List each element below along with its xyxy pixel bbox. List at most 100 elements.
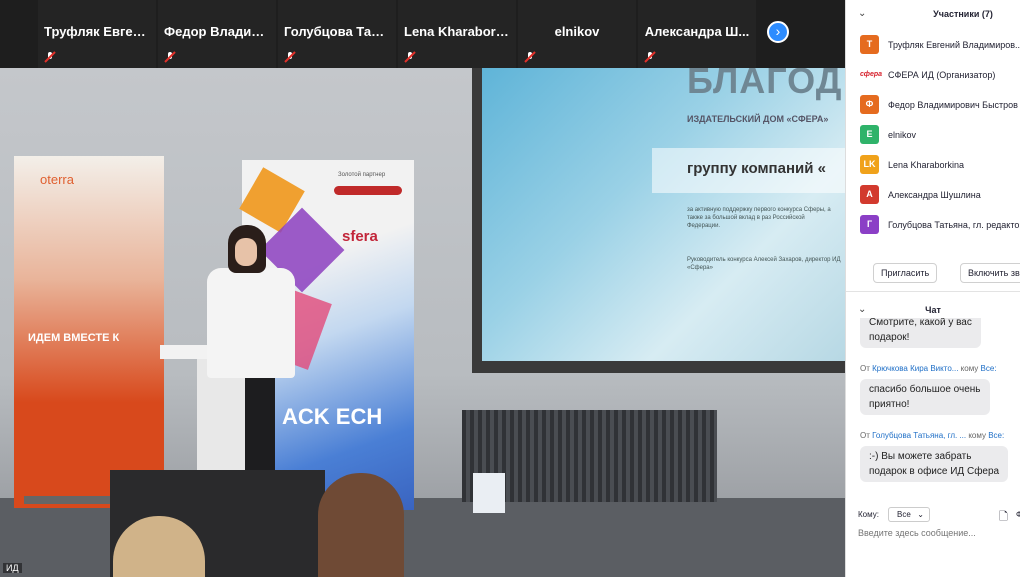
chat-message: Смотрите, какой у вас подарок! <box>860 318 981 348</box>
invite-button[interactable]: Пригласить <box>873 263 938 283</box>
chat-meta: От Голубцова Татьяна, гл. ... кому Все: <box>860 431 1020 440</box>
mic-muted-icon <box>44 51 56 63</box>
participant-name: elnikov <box>888 130 917 140</box>
participant-tile[interactable]: Александра Ш... <box>638 0 756 68</box>
participant-name: Голубцова Татьяна, гл. редактор <box>888 220 1020 230</box>
participant-row[interactable]: А Александра Шушлина <box>846 181 1020 211</box>
mic-muted-icon <box>524 51 536 63</box>
chevron-down-icon: ⌄ <box>917 510 924 519</box>
mic-muted-icon <box>404 51 416 63</box>
participants-header: ⌄ Участники (7) <box>846 0 1020 28</box>
slide-group: группу компаний « <box>687 160 826 177</box>
recipient-select[interactable]: Все ⌄ <box>888 507 930 522</box>
participant-tile[interactable]: Lena Kharabork... <box>398 0 516 68</box>
slide-text: за активную поддержку первого конкурса С… <box>687 207 831 229</box>
avatar: А <box>860 185 879 204</box>
avatar: LK <box>860 155 879 174</box>
chat-meta: От Крючкова Кира Викто... кому Все: <box>860 364 1020 373</box>
avatar: E <box>860 125 879 144</box>
chat-message-text: Смотрите, какой у вас <box>869 318 972 328</box>
to-label: кому <box>960 364 979 373</box>
recipient-name[interactable]: Все: <box>988 431 1004 440</box>
gift-bag <box>473 473 505 513</box>
from-label: От <box>860 431 870 440</box>
chat-message-text: приятно! <box>869 399 910 410</box>
to-label: кому <box>968 431 986 440</box>
projection-screen: БЛАГОД ИЗДАТЕЛЬСКИЙ ДОМ «СФЕРА» группу к… <box>472 68 845 373</box>
more-label[interactable]: Ф <box>1016 510 1020 519</box>
participant-tile-name: Александра Ш... <box>644 24 750 39</box>
participant-tile-name: Федор Владим... <box>164 24 272 39</box>
avatar: Ф <box>860 95 879 114</box>
chat-message-text: подарок! <box>869 332 910 343</box>
main-video: БЛАГОД ИЗДАТЕЛЬСКИЙ ДОМ «СФЕРА» группу к… <box>0 68 845 577</box>
collapse-chevron-icon[interactable]: ⌄ <box>858 8 866 19</box>
mic-muted-icon <box>284 51 296 63</box>
chat-message-text: подарок в офисе ИД Сфера <box>869 466 1000 477</box>
participants-title: Участники (7) <box>933 9 993 19</box>
avatar: Г <box>860 215 879 234</box>
chat-messages: Смотрите, какой у вас подарок! От Крючко… <box>846 318 1020 496</box>
participant-name: Труфляк Евгений Владимиров... <box>888 40 1020 50</box>
banner-left-text: ИДЕМ ВМЕСТЕ К <box>28 332 120 344</box>
banner-organizer: sfera <box>342 228 378 245</box>
sponsor-logo <box>334 186 402 195</box>
participant-strip: Труфляк Евген... Федор Владим... Голубцо… <box>0 0 845 68</box>
speaker <box>207 268 295 378</box>
participant-row[interactable]: сфера СФЕРА ИД (Организатор) <box>846 61 1020 91</box>
slide-title: БЛАГОД <box>687 68 843 101</box>
chevron-right-icon: › <box>775 23 781 39</box>
speaker-legs <box>245 368 275 473</box>
presentation-slide: БЛАГОД ИЗДАТЕЛЬСКИЙ ДОМ «СФЕРА» группу к… <box>482 68 845 361</box>
participant-tile[interactable]: Голубцова Тать... <box>278 0 396 68</box>
sender-name[interactable]: Крючкова Кира Викто... <box>872 364 958 373</box>
banner-sponsor-label: Золотой партнер <box>338 172 386 178</box>
video-name-label: ИД <box>3 563 22 573</box>
divider <box>846 291 1020 292</box>
participant-row[interactable]: LK Lena Kharaborkina <box>846 151 1020 181</box>
chat-title: Чат <box>925 305 941 315</box>
participant-tile[interactable]: elnikov <box>518 0 636 68</box>
chat-message: спасибо большое очень приятно! <box>860 379 990 415</box>
participant-row[interactable]: Т Труфляк Евгений Владимиров... <box>846 31 1020 61</box>
slide-publisher: ИЗДАТЕЛЬСКИЙ ДОМ «СФЕРА» <box>687 114 829 124</box>
participant-name: СФЕРА ИД (Организатор) <box>888 70 996 80</box>
chat-message-text: :-) Вы можете забрать <box>869 451 972 462</box>
participant-name: Федор Владимирович Быстров <box>888 100 1018 110</box>
participant-tile-name: Труфляк Евген... <box>44 24 152 39</box>
participants-list: Т Труфляк Евгений Владимиров... сфера СФ… <box>846 31 1020 241</box>
side-panel: ⌄ Участники (7) Т Труфляк Евгений Владим… <box>845 0 1020 577</box>
file-icon[interactable]: 🗋 <box>999 508 1008 527</box>
sfera-logo-avatar: сфера <box>860 65 882 84</box>
banner-big-text: ACK ECH <box>282 404 383 429</box>
from-label: От <box>860 364 870 373</box>
participant-tile[interactable]: Труфляк Евген... <box>38 0 156 68</box>
participant-row[interactable]: Г Голубцова Татьяна, гл. редактор <box>846 211 1020 241</box>
recipient-value: Все <box>897 510 911 519</box>
participant-tile-name: Lena Kharabork... <box>404 24 514 39</box>
participant-tile-name: Голубцова Тать... <box>284 24 396 39</box>
banner-left: oterra ИДЕМ ВМЕСТЕ К <box>14 156 164 508</box>
participant-tile-name: elnikov <box>554 24 600 39</box>
chat-input[interactable] <box>858 528 1016 568</box>
recipient-row: Кому: Все ⌄ 🗋 Ф <box>858 507 1020 525</box>
chat-message: :-) Вы можете забрать подарок в офисе ИД… <box>860 446 1009 482</box>
mic-muted-icon <box>644 51 656 63</box>
participant-row[interactable]: Ф Федор Владимирович Быстров <box>846 91 1020 121</box>
chat-message-text: спасибо большое очень <box>869 384 981 395</box>
recipient-name[interactable]: Все: <box>981 364 997 373</box>
enable-sound-button[interactable]: Включить зво <box>960 263 1020 283</box>
next-page-button[interactable]: › <box>767 21 789 43</box>
sender-name[interactable]: Голубцова Татьяна, гл. ... <box>872 431 966 440</box>
participant-row[interactable]: E elnikov <box>846 121 1020 151</box>
audience-head <box>318 473 404 577</box>
avatar: Т <box>860 35 879 54</box>
participant-tile[interactable]: Федор Владим... <box>158 0 276 68</box>
participant-name: Александра Шушлина <box>888 190 981 200</box>
banner-left-logo: oterra <box>40 172 74 187</box>
speaker-face <box>235 238 257 266</box>
to-label: Кому: <box>858 510 879 519</box>
mic-muted-icon <box>164 51 176 63</box>
slide-signature: Руководитель конкурса Алексей Захаров, д… <box>687 257 841 271</box>
participant-name: Lena Kharaborkina <box>888 160 965 170</box>
